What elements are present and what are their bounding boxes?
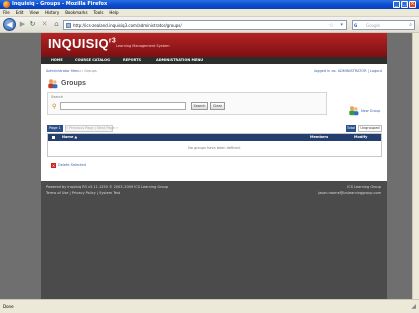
- delete-icon: ×: [51, 163, 56, 168]
- forward-arrow-icon: ▶: [19, 20, 26, 28]
- new-group-button[interactable]: New Group: [348, 105, 388, 117]
- forward-button[interactable]: ▶: [18, 20, 27, 29]
- column-members: Members: [310, 135, 329, 139]
- search-input[interactable]: [60, 102, 186, 110]
- minimize-button[interactable]: _: [393, 1, 400, 8]
- nav-administration-menu[interactable]: ADMINISTRATION MENU: [156, 57, 203, 64]
- browser-window: Inquisiq - Groups - Mozilla Firefox _ □ …: [0, 0, 419, 313]
- breadcrumb: Administrator Menu › Groups: [46, 69, 97, 73]
- site-nav: HOME COURSE CATALOG REPORTS ADMINISTRATI…: [41, 57, 387, 64]
- reload-button[interactable]: ↻: [28, 20, 37, 29]
- status-text: Done: [3, 304, 14, 309]
- menu-edit[interactable]: Edit: [13, 9, 27, 17]
- breadcrumb-admin-menu[interactable]: Administrator Menu: [46, 69, 81, 73]
- firefox-icon: [3, 1, 10, 8]
- reload-icon: ↻: [29, 20, 36, 28]
- new-group-icon: [349, 106, 359, 116]
- back-button[interactable]: ◀: [3, 18, 16, 31]
- page-indicator: Page 1 of 1: [47, 125, 63, 137]
- empty-table-message: No groups have been defined.: [188, 146, 241, 150]
- footer-links[interactable]: Terms of Use | Privacy Policy | System T…: [46, 191, 120, 195]
- url-dropdown-icon[interactable]: ▾: [340, 22, 343, 29]
- nav-reports[interactable]: REPORTS: [123, 57, 141, 64]
- browser-search-field[interactable]: G Google ⌕: [352, 20, 415, 30]
- menu-help[interactable]: Help: [106, 9, 121, 17]
- search-icon[interactable]: ⌕: [409, 22, 412, 29]
- menu-bar: File Edit View History Bookmarks Tools Help: [0, 9, 419, 17]
- url-text: http://ics-zealand.inquisiq3.com/adminis…: [73, 23, 182, 28]
- new-group-label: New Group: [361, 109, 381, 113]
- window-title: Inquisiq - Groups - Mozilla Firefox: [12, 1, 108, 7]
- nav-course-catalog[interactable]: COURSE CATALOG: [75, 57, 110, 64]
- groups-table: Name ▲ Members Modify No groups have bee…: [47, 133, 382, 157]
- table-header: Name ▲ Members Modify: [48, 134, 381, 141]
- search-placeholder: Google: [366, 23, 381, 28]
- footer-powered-by: Powered by Inquisiq R3 v3.11.1250 © 2003…: [46, 185, 169, 189]
- select-all-checkbox[interactable]: [52, 136, 55, 139]
- page-viewport: INQUISIQr3 Learning Management System HO…: [0, 33, 412, 299]
- site-tagline: Learning Management System: [116, 44, 170, 48]
- groups-icon: [48, 79, 58, 89]
- menu-history[interactable]: History: [42, 9, 62, 17]
- title-bar: Inquisiq - Groups - Mozilla Firefox _ □ …: [0, 0, 419, 9]
- bookmark-star-icon[interactable]: ☆: [329, 22, 334, 29]
- navigation-toolbar: ◀ ▶ ↻ ✕ ⌂ http://ics-zealand.inquisiq3.c…: [0, 17, 419, 33]
- status-bar: Done ◢: [0, 299, 419, 313]
- back-arrow-icon: ◀: [6, 20, 13, 29]
- close-button[interactable]: ×: [409, 1, 416, 8]
- search-icon: ⚲: [52, 103, 57, 110]
- menu-view[interactable]: View: [26, 9, 42, 17]
- home-button[interactable]: ⌂: [52, 20, 61, 29]
- stop-button[interactable]: ✕: [40, 20, 49, 29]
- delete-selected-label: Delete Selected: [58, 163, 86, 167]
- search-button[interactable]: Search: [191, 102, 208, 110]
- logged-in-status[interactable]: logged in as: ADMINISTRATOR | Logout: [314, 69, 382, 73]
- search-engine-icon[interactable]: G: [354, 22, 364, 29]
- maximize-button[interactable]: □: [401, 1, 408, 8]
- search-panel: Search ⚲ Search Clear: [47, 92, 327, 115]
- footer-company: ICS Learning Group: [347, 185, 381, 189]
- resize-grip-icon[interactable]: ◢: [411, 303, 416, 310]
- prev-next-page[interactable]: « Previous Page | Next Page »: [65, 125, 118, 132]
- site-logo[interactable]: INQUISIQr3: [48, 36, 116, 51]
- site-footer: Powered by Inquisiq R3 v3.11.1250 © 2003…: [41, 181, 387, 299]
- menu-file[interactable]: File: [0, 9, 13, 17]
- home-icon: ⌂: [54, 20, 59, 28]
- menu-bookmarks[interactable]: Bookmarks: [62, 9, 90, 17]
- page-title: Groups: [61, 80, 86, 87]
- menu-tools[interactable]: Tools: [91, 9, 107, 17]
- column-modify: Modify: [354, 135, 368, 139]
- stop-icon: ✕: [41, 20, 48, 28]
- tab-total[interactable]: Total: [346, 125, 356, 132]
- vertical-scrollbar[interactable]: [412, 33, 419, 299]
- search-label: Search: [51, 95, 64, 99]
- tab-ungrouped[interactable]: Ungrouped: [358, 125, 382, 132]
- footer-email[interactable]: jason.roome@icslearninggroup.com: [318, 191, 381, 195]
- url-bar[interactable]: http://ics-zealand.inquisiq3.com/adminis…: [63, 20, 347, 30]
- nav-home[interactable]: HOME: [51, 57, 63, 64]
- column-name[interactable]: Name ▲: [62, 134, 77, 141]
- site-header: INQUISIQr3 Learning Management System: [41, 33, 387, 57]
- page-content: INQUISIQr3 Learning Management System HO…: [41, 33, 387, 299]
- breadcrumb-current: Groups: [84, 69, 97, 73]
- clear-button[interactable]: Clear: [210, 102, 225, 110]
- site-favicon: [66, 23, 71, 28]
